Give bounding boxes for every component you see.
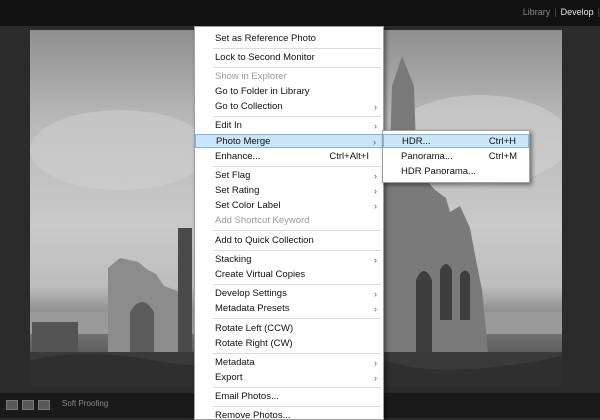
menu-separator	[213, 318, 381, 319]
menu-item-rotate-left[interactable]: Rotate Left (CCW)	[195, 322, 383, 336]
module-picker: Library | Develop |	[519, 7, 600, 17]
menu-item-lock-to-second-monitor[interactable]: Lock to Second Monitor	[195, 51, 383, 65]
photo-merge-submenu: HDR... Ctrl+H Panorama... Ctrl+M HDR Panor…	[382, 130, 530, 183]
submenu-item-hdr[interactable]: HDR... Ctrl+H	[383, 134, 529, 148]
menu-item-set-flag[interactable]: Set Flag ›	[195, 169, 383, 183]
compare-icon[interactable]	[38, 400, 50, 410]
chevron-right-icon: ›	[374, 255, 377, 265]
menu-item-set-as-reference-photo[interactable]: Set as Reference Photo	[195, 32, 383, 46]
menu-separator	[213, 67, 381, 68]
menu-item-add-shortcut-keyword: Add Shortcut Keyword	[215, 215, 310, 226]
submenu-item-hdr-panorama[interactable]: HDR Panorama...	[383, 165, 529, 179]
chevron-right-icon: ›	[374, 304, 377, 314]
menu-separator	[213, 284, 381, 285]
menu-item-photo-merge[interactable]: Photo Merge ›	[195, 134, 383, 148]
menu-item-metadata[interactable]: Metadata ›	[195, 356, 383, 370]
chevron-right-icon: ›	[374, 358, 377, 368]
menu-item-go-to-collection[interactable]: Go to Collection ›	[195, 100, 383, 114]
chevron-right-icon: ›	[374, 186, 377, 196]
module-library[interactable]: Library	[523, 7, 551, 17]
menu-item-show-in-explorer: Show in Explorer	[215, 71, 287, 82]
module-develop[interactable]: Develop	[561, 7, 594, 17]
menu-item-set-rating[interactable]: Set Rating ›	[195, 184, 383, 198]
submenu-item-panorama[interactable]: Panorama... Ctrl+M	[383, 150, 529, 164]
top-panel: Library | Develop |	[0, 0, 600, 26]
chevron-right-icon: ›	[374, 121, 377, 131]
context-menu: Set as Reference Photo Lock to Second Mo…	[194, 26, 384, 420]
menu-separator	[213, 387, 381, 388]
soft-proofing-label[interactable]: Soft Proofing	[62, 399, 108, 408]
menu-item-edit-in[interactable]: Edit In ›	[195, 119, 383, 133]
menu-item-go-to-folder-in-library[interactable]: Go to Folder in Library	[195, 85, 383, 99]
menu-item-enhance[interactable]: Enhance... Ctrl+Alt+I	[195, 150, 383, 164]
chevron-right-icon: ›	[374, 102, 377, 112]
menu-separator	[213, 353, 381, 354]
shortcut-label: Ctrl+Alt+I	[329, 151, 369, 162]
menu-item-metadata-presets[interactable]: Metadata Presets ›	[195, 302, 383, 316]
menu-item-stacking[interactable]: Stacking ›	[195, 253, 383, 267]
menu-separator	[213, 406, 381, 407]
chevron-right-icon: ›	[373, 137, 376, 147]
module-separator: |	[554, 7, 557, 17]
chevron-right-icon: ›	[374, 289, 377, 299]
menu-item-set-color-label[interactable]: Set Color Label ›	[195, 199, 383, 213]
menu-item-add-to-quick-collection[interactable]: Add to Quick Collection	[195, 234, 383, 248]
menu-item-create-virtual-copies[interactable]: Create Virtual Copies	[195, 268, 383, 282]
menu-item-email-photos[interactable]: Email Photos...	[195, 390, 383, 404]
menu-item-remove-photos[interactable]: Remove Photos...	[195, 409, 383, 419]
before-after-icon[interactable]	[22, 400, 34, 410]
menu-item-develop-settings[interactable]: Develop Settings ›	[195, 287, 383, 301]
menu-separator	[213, 230, 381, 231]
chevron-right-icon: ›	[374, 171, 377, 181]
menu-item-rotate-right[interactable]: Rotate Right (CW)	[195, 337, 383, 351]
menu-separator	[213, 250, 381, 251]
menu-separator	[213, 166, 381, 167]
menu-separator	[213, 116, 381, 117]
view-mode-icon[interactable]	[6, 400, 18, 410]
chevron-right-icon: ›	[374, 201, 377, 211]
menu-item-export[interactable]: Export ›	[195, 371, 383, 385]
shortcut-label: Ctrl+M	[488, 151, 517, 162]
chevron-right-icon: ›	[374, 373, 377, 383]
menu-separator	[213, 48, 381, 49]
shortcut-label: Ctrl+H	[488, 136, 516, 147]
